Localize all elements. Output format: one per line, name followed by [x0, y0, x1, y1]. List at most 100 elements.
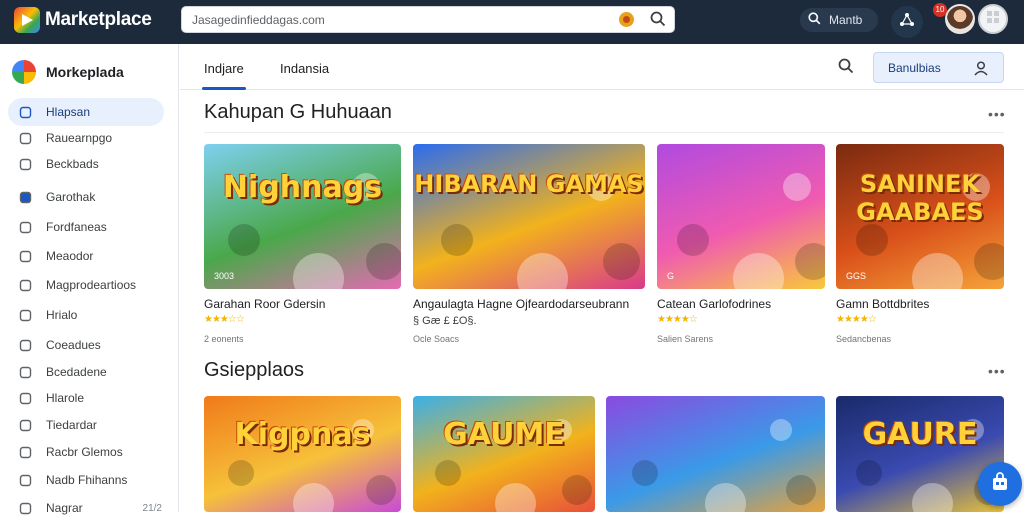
rating-text: § Gæ £ £O§.	[413, 315, 477, 327]
rating-stars: ★★★★☆	[657, 314, 698, 325]
artwork-blob	[786, 475, 816, 505]
game-meta: Sedancbenas	[836, 334, 892, 344]
artwork-blob	[495, 483, 536, 512]
sidebar-brand[interactable]: Morkeplada	[12, 60, 124, 84]
game-card-image[interactable]	[606, 396, 825, 512]
video-icon	[18, 308, 32, 322]
sidebar-item[interactable]: Racbr Glemos	[8, 438, 164, 466]
category-button[interactable]: Banulbias	[873, 52, 1004, 83]
google-g-icon	[18, 105, 32, 119]
sidebar-item[interactable]: Rauearnpgo	[8, 124, 164, 152]
sidebar-item[interactable]: Hlapsan	[8, 98, 164, 126]
app-logo-icon[interactable]	[14, 7, 40, 33]
artwork-blob	[974, 243, 1004, 280]
artwork-blob	[293, 483, 334, 512]
game-title[interactable]: Gamn Bottdbrites	[836, 297, 929, 311]
search-icon[interactable]	[838, 58, 854, 79]
tag-icon	[18, 157, 32, 171]
sidebar-item[interactable]: Meaodor	[8, 242, 164, 270]
people-icon	[18, 445, 32, 459]
sidebar-item-label: Bcedadene	[46, 365, 107, 379]
artwork-blob	[435, 460, 461, 486]
sidebar-item[interactable]: Hlarole	[8, 384, 164, 412]
book-icon	[18, 391, 32, 405]
avatar[interactable]	[945, 4, 975, 34]
artwork-blob	[441, 224, 473, 256]
grid-icon	[18, 365, 32, 379]
sidebar-item-label: Garothak	[46, 190, 96, 204]
game-title[interactable]: Catean Garlofodrines	[657, 297, 771, 311]
grid-icon	[986, 10, 1000, 29]
sidebar-item[interactable]: Magprodeartioos	[8, 271, 164, 299]
card-icon	[18, 220, 32, 234]
floating-action-button[interactable]	[978, 462, 1022, 506]
game-meta: Ocle Soacs	[413, 334, 460, 344]
sidebar-item[interactable]: Tiedardar	[8, 411, 164, 439]
apps-grid-button[interactable]	[978, 4, 1008, 34]
game-card-image[interactable]: GAUME	[413, 396, 595, 512]
tab-indjare[interactable]: Indjare	[202, 61, 246, 90]
sidebar-item-label: Racbr Glemos	[46, 445, 123, 459]
sidebar-item[interactable]: Hrialo	[8, 301, 164, 329]
top-search-label: Mantb	[829, 13, 863, 27]
artwork-blob	[912, 483, 953, 512]
network-icon	[899, 12, 915, 33]
top-search-button[interactable]: Mantb	[800, 8, 878, 32]
sidebar-item[interactable]: Beckbads	[8, 150, 164, 178]
sidebar-item[interactable]: Fordfaneas	[8, 213, 164, 241]
game-card-image[interactable]: Nighnags 3003	[204, 144, 401, 289]
game-card-image[interactable]: HIBARAN GAMAS	[413, 144, 645, 289]
artwork-blob	[783, 173, 811, 201]
game-title[interactable]: Angaulagta Hagne Ojfeardodarseubrann	[413, 297, 629, 311]
artwork-blob	[228, 460, 254, 486]
sidebar-item[interactable]: Nadb Fhihanns	[8, 466, 164, 494]
section-title: Gsiepplaos	[204, 359, 305, 381]
game-art-text: Kigpnas	[234, 416, 371, 452]
artwork-blob	[562, 475, 592, 505]
rating-stars: ★★★★☆	[836, 314, 877, 325]
more-options-icon[interactable]: •••	[988, 363, 1006, 379]
artwork-blob	[856, 460, 882, 486]
artwork-blob	[677, 224, 709, 256]
search-icon[interactable]	[650, 11, 666, 32]
game-card-image[interactable]: GAURE	[836, 396, 1004, 512]
more-options-icon[interactable]: •••	[988, 106, 1006, 122]
tab-bar: Indjare Indansia Banulbias	[180, 44, 1024, 90]
store-bag-icon	[990, 471, 1010, 497]
app-title: Marketplace	[45, 9, 152, 30]
sidebar-item[interactable]: Nagrar 21/2	[8, 494, 164, 522]
sidebar-item-label: Nadb Fhihanns	[46, 473, 128, 487]
share-button[interactable]	[891, 6, 923, 38]
artwork-blob	[366, 243, 401, 280]
sidebar-item-label: Nagrar	[46, 501, 83, 515]
search-input[interactable]	[192, 11, 612, 29]
game-corner-tag: 3003	[214, 271, 235, 281]
store-logo-icon	[12, 60, 36, 84]
gamepad-icon	[18, 338, 32, 352]
rating-stars: ★★★☆☆	[204, 314, 245, 325]
game-art-text: Nighnags	[222, 170, 383, 206]
sidebar-item-label: Beckbads	[46, 157, 99, 171]
tab-indansia[interactable]: Indansia	[280, 61, 329, 76]
game-art-text: SANINEK GAABAES	[856, 170, 984, 227]
artwork-blob	[770, 419, 792, 441]
game-card-image[interactable]: SANINEK GAABAES GGS	[836, 144, 1004, 289]
game-corner-tag: GGS	[846, 271, 867, 281]
sidebar-item-label: Hlarole	[46, 391, 85, 405]
sidebar-item-label: Meaodor	[46, 249, 94, 263]
sidebar-item[interactable]: Bcedadene	[8, 358, 164, 386]
game-meta: Salien Sarens	[657, 334, 714, 344]
sidebar-item[interactable]: Coeadues	[8, 331, 164, 359]
globe-icon	[18, 473, 32, 487]
artwork-blob	[293, 253, 344, 289]
search-bar[interactable]	[181, 6, 675, 33]
sidebar-item[interactable]: Garothak	[8, 183, 164, 211]
compass-icon	[18, 278, 32, 292]
game-card-image[interactable]: G	[657, 144, 825, 289]
game-art-text: GAUME	[443, 416, 565, 452]
game-title[interactable]: Garahan Roor Gdersin	[204, 297, 325, 311]
game-card-image[interactable]: Kigpnas	[204, 396, 401, 512]
sidebar-item-label: Fordfaneas	[46, 220, 107, 234]
artwork-blob	[795, 243, 825, 280]
game-art-text: GAURE	[862, 416, 978, 452]
